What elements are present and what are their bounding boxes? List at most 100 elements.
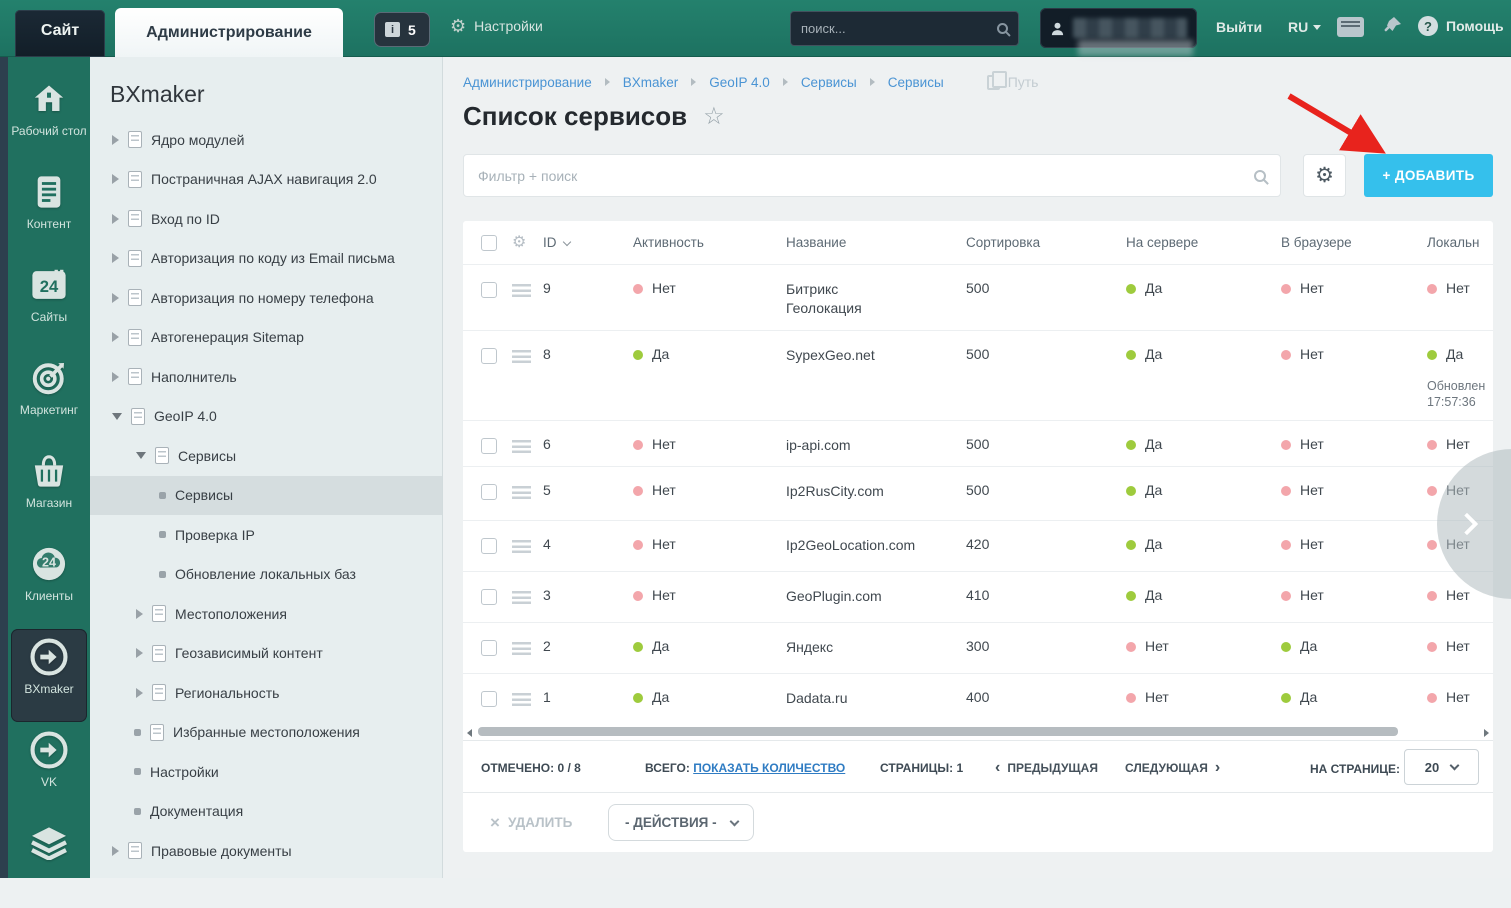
breadcrumb-link[interactable]: Сервисы	[801, 75, 857, 90]
filter-search-input[interactable]	[478, 168, 1254, 184]
drag-handle-icon[interactable]	[512, 642, 531, 655]
breadcrumb-link[interactable]: BXmaker	[623, 75, 679, 90]
table-row-id-9[interactable]: 9 Нет Битрикс Геолокация 500 Да Нет Нет	[463, 264, 1493, 330]
tab-site[interactable]: Сайт	[15, 10, 105, 57]
red-status-dot-icon	[1427, 486, 1437, 496]
settings-label: Настройки	[474, 18, 543, 34]
col-sort[interactable]: Сортировка	[966, 235, 1126, 250]
scrollbar-thumb[interactable]	[478, 727, 1398, 736]
keyboard-icon[interactable]	[1337, 17, 1364, 37]
drag-handle-icon[interactable]	[512, 284, 531, 297]
prev-page-button[interactable]: ‹ ПРЕДЫДУЩАЯ	[995, 761, 1098, 775]
menu-item-документация[interactable]: Документация	[90, 792, 442, 832]
language-selector[interactable]: RU	[1288, 19, 1321, 35]
rail-item-vk[interactable]: VK	[11, 722, 87, 815]
grid-settings-button[interactable]: ⚙	[1303, 154, 1346, 197]
col-id[interactable]: ID	[543, 235, 633, 250]
menu-item-наполнитель[interactable]: Наполнитель	[90, 357, 442, 397]
menu-item-постраничная-ajax-навигация-2.0[interactable]: Постраничная AJAX навигация 2.0	[90, 160, 442, 200]
col-name[interactable]: Название	[786, 235, 966, 250]
cloud-24-icon: 24	[29, 545, 69, 583]
horizontal-scrollbar[interactable]	[463, 724, 1493, 740]
path-button[interactable]: Путь	[987, 74, 1039, 90]
menu-item-геозависимый-контент[interactable]: Геозависимый контент	[90, 634, 442, 674]
menu-item-автогенерация-sitemap[interactable]: Автогенерация Sitemap	[90, 318, 442, 358]
table-row-id-5[interactable]: 5 Нет Ip2RusCity.com 500 Да Нет Нет	[463, 466, 1493, 520]
menu-item-настройки[interactable]: Настройки	[90, 752, 442, 792]
table-row-id-4[interactable]: 4 Нет Ip2GeoLocation.com 420 Да Нет Нет	[463, 520, 1493, 571]
rail-item-рабочий-стол[interactable]: Рабочий стол	[11, 71, 87, 164]
table-row-id-6[interactable]: 6 Нет ip-api.com 500 Да Нет Нет	[463, 420, 1493, 466]
columns-gear-icon[interactable]: ⚙	[512, 235, 543, 251]
menu-item-авторизация-по-коду-из-email-письма[interactable]: Авторизация по коду из Email письма	[90, 239, 442, 279]
actions-dropdown[interactable]: - ДЕЙСТВИЯ -	[608, 804, 754, 841]
rail-item-магазин[interactable]: Магазин	[11, 443, 87, 536]
drag-handle-icon[interactable]	[512, 486, 531, 499]
topbar-search-input[interactable]	[801, 21, 997, 36]
pin-icon[interactable]	[1381, 15, 1403, 39]
logout-link[interactable]: Выйти	[1216, 19, 1262, 35]
menu-item-проверка-ip[interactable]: Проверка IP	[90, 515, 442, 555]
breadcrumb-link[interactable]: Администрирование	[463, 75, 592, 90]
tab-administration[interactable]: Администрирование	[115, 8, 343, 57]
menu-item-вход-по-id[interactable]: Вход по ID	[90, 199, 442, 239]
row-checkbox[interactable]	[481, 589, 497, 605]
menu-item-сервисы[interactable]: Сервисы	[90, 436, 442, 476]
scroll-left-arrow-icon[interactable]	[467, 729, 472, 737]
rail-item-сайты[interactable]: 24 Сайты	[11, 257, 87, 350]
col-local[interactable]: Локальн	[1427, 235, 1493, 250]
row-checkbox[interactable]	[481, 484, 497, 500]
delete-button[interactable]: × УДАЛИТЬ	[490, 814, 572, 831]
scroll-right-arrow-icon[interactable]	[1484, 729, 1489, 737]
drag-handle-icon[interactable]	[512, 591, 531, 604]
green-status-dot-icon	[1126, 350, 1136, 360]
col-activity[interactable]: Активность	[633, 235, 786, 250]
menu-item-избранные-местоположения[interactable]: Избранные местоположения	[90, 713, 442, 753]
green-status-dot-icon	[1126, 540, 1136, 550]
rail-item-маркетинг[interactable]: Маркетинг	[11, 350, 87, 443]
show-count-link[interactable]: ПОКАЗАТЬ КОЛИЧЕСТВО	[693, 761, 845, 775]
menu-item-правовые-документы[interactable]: Правовые документы	[90, 831, 442, 871]
row-checkbox[interactable]	[481, 348, 497, 364]
chevron-down-icon	[729, 816, 739, 826]
table-row-id-3[interactable]: 3 Нет GeoPlugin.com 410 Да Нет Нет	[463, 571, 1493, 622]
menu-item-региональность[interactable]: Региональность	[90, 673, 442, 713]
expand-triangle-icon	[112, 372, 119, 382]
help-button[interactable]: ? Помощь	[1418, 16, 1504, 36]
table-row-id-2[interactable]: 2 Да Яндекс 300 Нет Да Нет	[463, 622, 1493, 673]
rail-item-layers[interactable]	[11, 815, 87, 908]
row-checkbox[interactable]	[481, 691, 497, 707]
row-checkbox[interactable]	[481, 438, 497, 454]
favorite-star-icon[interactable]: ☆	[703, 105, 725, 129]
row-checkbox[interactable]	[481, 282, 497, 298]
menu-item-авторизация-по-номеру-телефона[interactable]: Авторизация по номеру телефона	[90, 278, 442, 318]
table-row-id-8[interactable]: 8 Да SypexGeo.net 500 Да Нет ДаОбновлен …	[463, 330, 1493, 420]
menu-item-ядро-модулей[interactable]: Ядро модулей	[90, 120, 442, 160]
menu-item-местоположения[interactable]: Местоположения	[90, 594, 442, 634]
drag-handle-icon[interactable]	[512, 440, 531, 453]
search-icon[interactable]	[997, 23, 1008, 34]
notifications-badge[interactable]: i 5	[374, 12, 430, 47]
row-checkbox[interactable]	[481, 538, 497, 554]
table-row-id-1[interactable]: 1 Да Dadata.ru 400 Нет Да Нет	[463, 673, 1493, 724]
next-page-button[interactable]: СЛЕДУЮЩАЯ ›	[1125, 761, 1220, 775]
rail-item-bxmaker[interactable]: BXmaker	[11, 629, 87, 722]
col-browser[interactable]: В браузере	[1281, 235, 1427, 250]
menu-item-geoip-4.0[interactable]: GeoIP 4.0	[90, 397, 442, 437]
rail-item-клиенты[interactable]: 24 Клиенты	[11, 536, 87, 629]
rail-item-контент[interactable]: Контент	[11, 164, 87, 257]
menu-item-обновление-локальных-баз[interactable]: Обновление локальных баз	[90, 555, 442, 595]
col-server[interactable]: На сервере	[1126, 235, 1281, 250]
settings-button[interactable]: ⚙ Настройки	[450, 17, 543, 35]
drag-handle-icon[interactable]	[512, 350, 531, 363]
row-checkbox[interactable]	[481, 640, 497, 656]
drag-handle-icon[interactable]	[512, 540, 531, 553]
breadcrumb-link[interactable]: Сервисы	[888, 75, 944, 90]
search-icon[interactable]	[1254, 170, 1266, 182]
drag-handle-icon[interactable]	[512, 693, 531, 706]
add-button[interactable]: + ДОБАВИТЬ	[1364, 154, 1493, 197]
per-page-select[interactable]: 20	[1404, 749, 1479, 785]
select-all-checkbox[interactable]	[481, 235, 497, 251]
menu-item-сервисы[interactable]: Сервисы	[90, 476, 442, 516]
breadcrumb-link[interactable]: GeoIP 4.0	[709, 75, 770, 90]
